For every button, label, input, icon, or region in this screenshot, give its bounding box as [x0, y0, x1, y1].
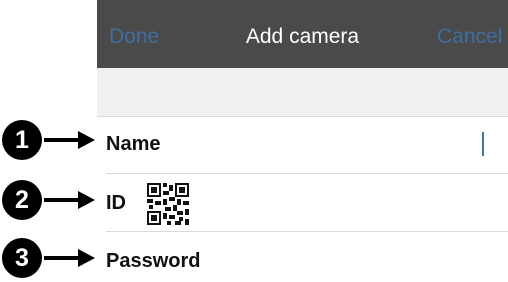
- callout-arrowhead-3: [78, 249, 95, 267]
- callout-arrowhead-1: [78, 131, 95, 149]
- navigation-bar: Done Add camera Cancel: [97, 0, 508, 68]
- name-field[interactable]: Name: [97, 116, 508, 174]
- form-fields: Name ID Password: [97, 116, 508, 282]
- callout-marker-1: 1: [2, 120, 95, 160]
- qr-code-icon[interactable]: [147, 183, 189, 225]
- callout-number-3: 3: [15, 244, 29, 272]
- callout-number-2: 2: [15, 186, 29, 214]
- text-cursor: [482, 132, 484, 156]
- callout-arrowhead-2: [78, 191, 95, 209]
- callout-number-1: 1: [15, 126, 29, 154]
- password-label: Password: [106, 250, 201, 272]
- cancel-button[interactable]: Cancel: [437, 24, 502, 50]
- password-field[interactable]: Password: [97, 232, 508, 282]
- callout-marker-3: 3: [2, 238, 95, 278]
- id-field[interactable]: ID: [97, 174, 508, 232]
- id-label: ID: [106, 192, 126, 214]
- callout-marker-2: 2: [2, 180, 95, 220]
- phone-screen: Done Add camera Cancel Name ID Password: [97, 0, 508, 282]
- name-label: Name: [106, 133, 161, 155]
